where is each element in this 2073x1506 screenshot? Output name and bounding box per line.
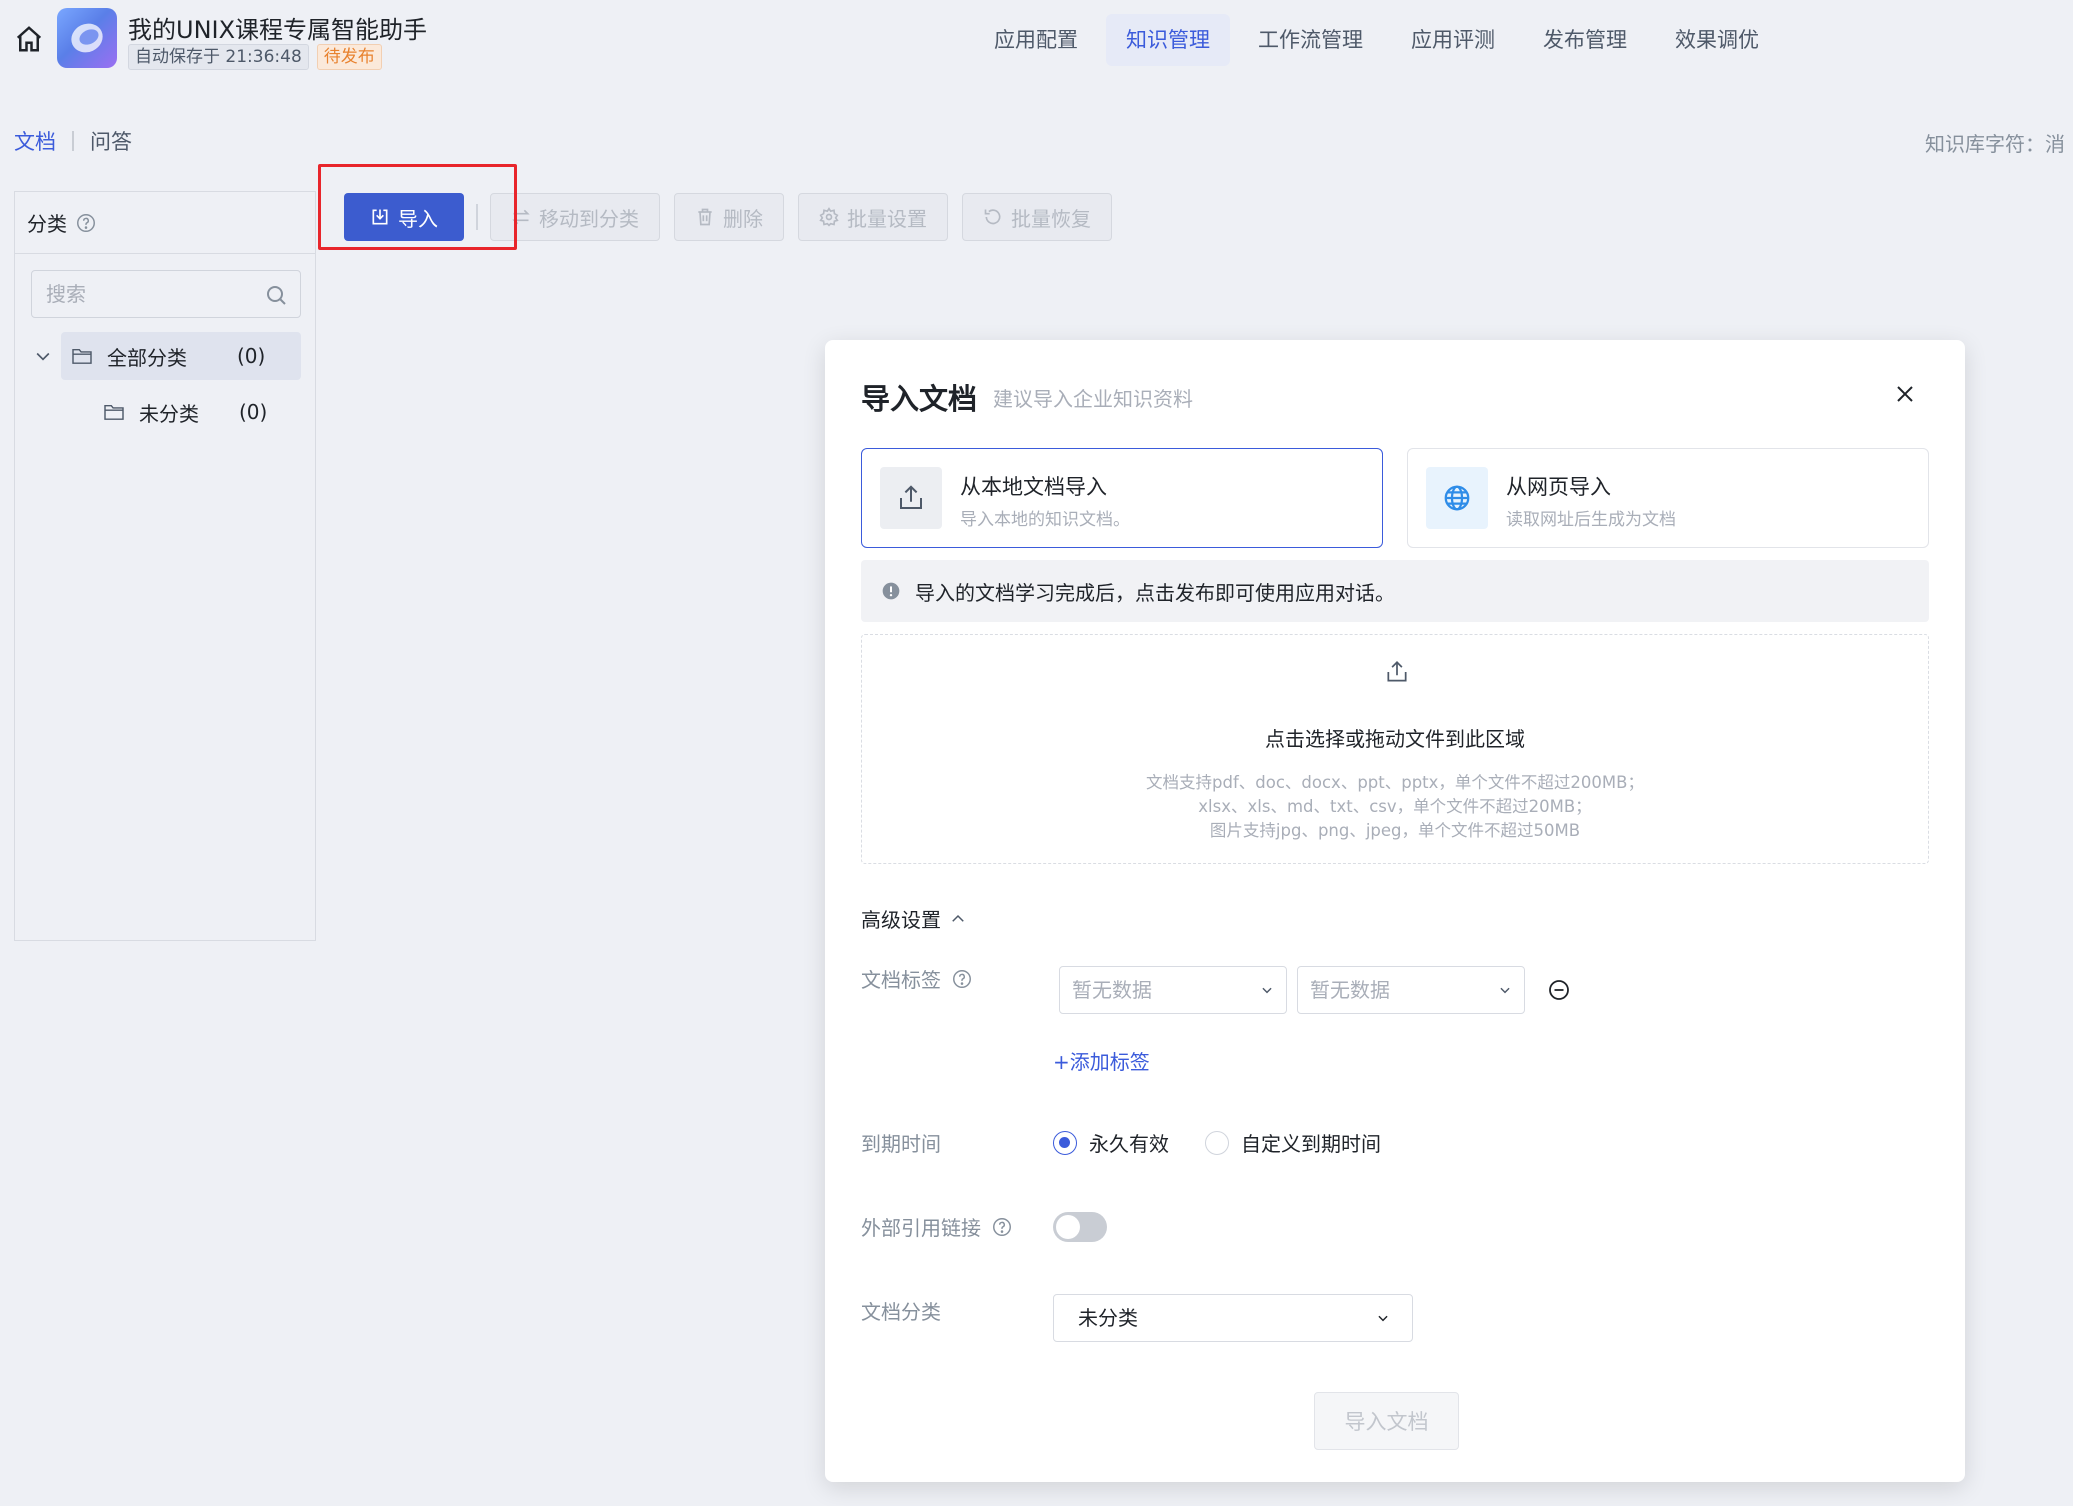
chevron-down-icon xyxy=(1262,987,1272,994)
source-local-desc: 导入本地的知识文档。 xyxy=(960,510,1130,530)
app-logo xyxy=(57,8,117,68)
tag-key-select[interactable]: 暂无数据 xyxy=(1059,966,1287,1014)
autosave-status: 自动保存于 21:36:48 xyxy=(128,44,309,70)
nav-workflow-management[interactable]: 工作流管理 xyxy=(1238,14,1383,66)
external-link-label-text: 外部引用链接 xyxy=(861,1216,981,1240)
dropzone-hint-image: 图片支持jpg、png、jpeg，单个文件不超过50MB xyxy=(1209,821,1581,840)
info-icon xyxy=(882,582,900,600)
add-tag-link[interactable]: +添加标签 xyxy=(1053,1046,1150,1075)
move-to-category-label: 移动到分类 xyxy=(539,206,639,231)
top-nav: 应用配置 知识管理 工作流管理 应用评测 发布管理 效果调优 xyxy=(974,14,1779,66)
tree-item-label: 未分类 xyxy=(139,401,199,426)
nav-app-config[interactable]: 应用配置 xyxy=(974,14,1098,66)
source-web-title: 从网页导入 xyxy=(1506,475,1611,499)
knowledge-subnav: 文档 问答 xyxy=(14,126,132,156)
dropzone-hint-doc: 文档支持pdf、doc、docx、ppt、pptx，单个文件不超过200MB； xyxy=(1146,773,1644,792)
restore-icon xyxy=(984,209,1001,225)
nav-release-management[interactable]: 发布管理 xyxy=(1523,14,1647,66)
upload-icon xyxy=(1387,661,1407,682)
doc-category-select[interactable]: 未分类 xyxy=(1053,1294,1413,1342)
sidebar-header: 分类 xyxy=(15,192,315,254)
source-local-upload[interactable]: 从本地文档导入 导入本地的知识文档。 xyxy=(861,448,1383,548)
advanced-settings-label: 高级设置 xyxy=(861,908,941,932)
subnav-divider xyxy=(72,131,74,151)
gear-icon xyxy=(819,207,839,227)
chevron-up-icon xyxy=(952,914,964,922)
expire-time-label: 到期时间 xyxy=(861,1132,941,1156)
nav-tuning[interactable]: 效果调优 xyxy=(1655,14,1779,66)
expire-radio-group: 永久有效 自定义到期时间 xyxy=(1053,1128,1417,1157)
radio-custom-expire-label[interactable]: 自定义到期时间 xyxy=(1241,1128,1381,1157)
batch-settings-label: 批量设置 xyxy=(847,206,927,231)
trash-icon xyxy=(698,208,712,226)
advanced-settings-toggle[interactable]: 高级设置 xyxy=(861,904,967,933)
app-title: 我的UNIX课程专属智能助手 xyxy=(128,16,428,44)
globe-icon-box xyxy=(1426,467,1488,529)
source-local-title: 从本地文档导入 xyxy=(960,475,1107,499)
info-notice: 导入的文档学习完成后，点击发布即可使用应用对话。 xyxy=(861,560,1929,622)
upload-icon xyxy=(900,485,922,509)
radio-custom-expire[interactable] xyxy=(1205,1130,1229,1155)
tab-qa[interactable]: 问答 xyxy=(90,126,132,156)
tree-item-count: (0) xyxy=(239,400,268,424)
batch-settings-button[interactable]: 批量设置 xyxy=(798,193,948,241)
import-highlight-box xyxy=(318,164,517,250)
close-icon[interactable] xyxy=(1893,382,1917,406)
home-icon[interactable] xyxy=(14,24,44,54)
category-search xyxy=(31,270,301,318)
toggle-knob xyxy=(1056,1215,1080,1239)
tree-item-label: 全部分类 xyxy=(107,345,187,370)
batch-restore-button[interactable]: 批量恢复 xyxy=(962,193,1112,241)
delete-label: 删除 xyxy=(723,206,763,231)
chevron-down-icon xyxy=(1500,987,1510,994)
doc-tags-label: 文档标签 xyxy=(861,964,973,993)
nav-knowledge-management[interactable]: 知识管理 xyxy=(1106,14,1230,66)
external-link-toggle[interactable] xyxy=(1053,1212,1107,1242)
external-link-label: 外部引用链接 xyxy=(861,1212,1013,1241)
tab-documents[interactable]: 文档 xyxy=(14,126,56,156)
delete-button[interactable]: 删除 xyxy=(674,193,784,241)
search-icon[interactable] xyxy=(264,283,288,307)
status-badge: 待发布 xyxy=(316,44,382,70)
app-header: 我的UNIX课程专属智能助手 自动保存于 21:36:48 待发布 应用配置 知… xyxy=(0,0,2073,84)
chevron-down-icon xyxy=(1378,1315,1388,1322)
help-icon[interactable] xyxy=(951,968,973,990)
tree-item-uncategorized[interactable]: 未分类 (0) xyxy=(89,388,299,436)
file-dropzone[interactable]: 点击选择或拖动文件到此区域 文档支持pdf、doc、docx、ppt、pptx，… xyxy=(861,634,1929,864)
tree-item-all-categories[interactable]: 全部分类 (0) xyxy=(61,332,301,380)
category-sidebar: 分类 全部分类 (0) 未分类 (0) xyxy=(14,191,316,941)
help-icon[interactable] xyxy=(991,1216,1013,1238)
chevron-down-icon[interactable] xyxy=(33,346,53,366)
nav-app-evaluation[interactable]: 应用评测 xyxy=(1391,14,1515,66)
category-search-input[interactable] xyxy=(32,271,252,317)
tag-key-select-value: 暂无数据 xyxy=(1072,978,1152,1002)
upload-icon-box xyxy=(880,467,942,529)
app-meta: 自动保存于 21:36:48 待发布 xyxy=(128,44,382,72)
folder-icon xyxy=(72,348,92,364)
tag-value-select-value: 暂无数据 xyxy=(1310,978,1390,1002)
sidebar-title: 分类 xyxy=(27,212,67,236)
tree-item-count: (0) xyxy=(237,344,266,368)
dropzone-title: 点击选择或拖动文件到此区域 xyxy=(1265,727,1525,751)
kb-character-usage: 知识库字符：消 xyxy=(1925,132,2065,156)
source-web-desc: 读取网址后生成为文档 xyxy=(1506,510,1676,530)
tag-value-select[interactable]: 暂无数据 xyxy=(1297,966,1525,1014)
globe-icon xyxy=(1444,485,1470,511)
radio-permanent[interactable] xyxy=(1053,1130,1077,1155)
folder-icon xyxy=(104,404,124,420)
import-document-modal: 导入文档 建议导入企业知识资料 从本地文档导入 导入本地的知识文档。 从网页导入… xyxy=(825,340,1965,1482)
doc-tags-label-text: 文档标签 xyxy=(861,968,941,992)
help-icon[interactable] xyxy=(75,212,97,234)
modal-title: 导入文档 xyxy=(861,382,978,416)
source-web-import[interactable]: 从网页导入 读取网址后生成为文档 xyxy=(1407,448,1929,548)
modal-subtitle: 建议导入企业知识资料 xyxy=(993,387,1193,411)
doc-category-value: 未分类 xyxy=(1078,1306,1138,1330)
dropzone-hint-sheet: xlsx、xls、md、txt、csv，单个文件不超过20MB； xyxy=(1198,797,1592,816)
radio-permanent-label[interactable]: 永久有效 xyxy=(1089,1128,1169,1157)
batch-restore-label: 批量恢复 xyxy=(1011,206,1091,231)
doc-category-label: 文档分类 xyxy=(861,1300,941,1324)
notice-text: 导入的文档学习完成后，点击发布即可使用应用对话。 xyxy=(915,580,1395,605)
remove-tag-icon[interactable] xyxy=(1547,978,1571,1002)
import-document-submit-button[interactable]: 导入文档 xyxy=(1314,1392,1459,1450)
